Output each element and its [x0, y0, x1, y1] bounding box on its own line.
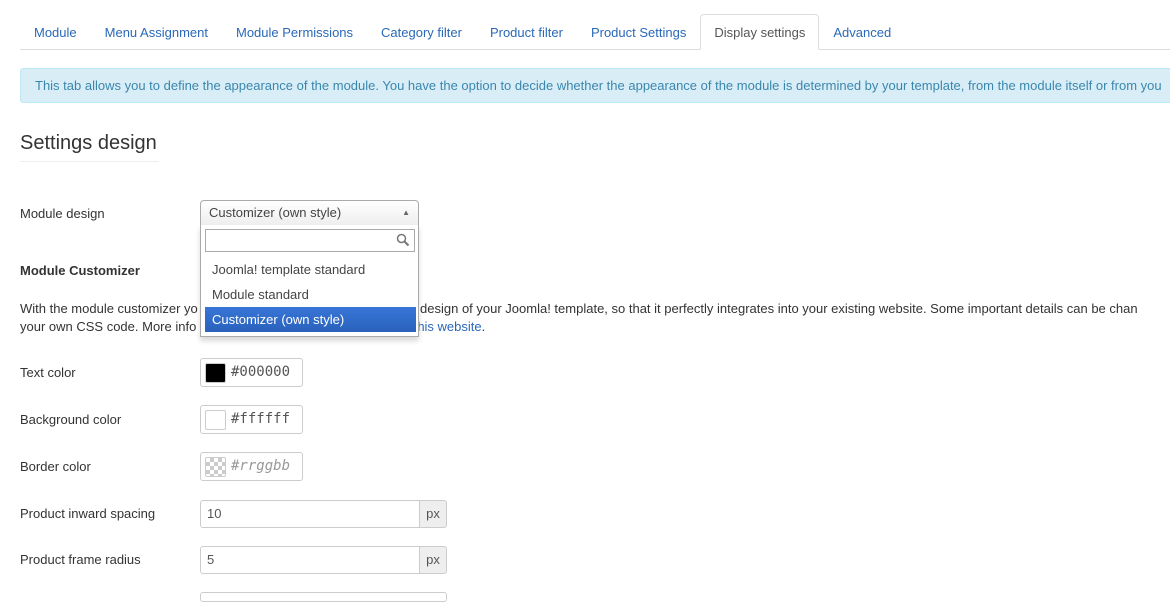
tab-display-settings[interactable]: Display settings [700, 14, 820, 50]
dropdown-search-input[interactable] [206, 230, 386, 251]
text-color-label: Text color [20, 365, 76, 380]
search-icon [396, 233, 410, 247]
border-color-picker[interactable]: #rrggbb [200, 452, 303, 481]
desc-line2-end: . [481, 319, 486, 334]
text-color-picker[interactable]: #000000 [200, 358, 303, 387]
frame-radius-input[interactable]: 5 [200, 546, 420, 574]
background-color-value: #ffffff [231, 411, 291, 427]
tab-product-filter[interactable]: Product filter [476, 14, 577, 49]
desc-line2-start: your own CSS code. More info [20, 319, 197, 334]
background-color-label: Background color [20, 412, 122, 427]
customizer-description: With the module customizer yo the design… [20, 300, 1170, 336]
desc-line1-end: the design of your Joomla! template, so … [394, 301, 1138, 316]
tab-category-filter[interactable]: Category filter [367, 14, 476, 49]
background-color-swatch[interactable] [205, 410, 226, 430]
tab-module-permissions[interactable]: Module Permissions [222, 14, 367, 49]
section-title: Settings design [20, 132, 159, 162]
frame-radius-group: 5 px [200, 546, 447, 574]
tab-bar: Module Menu Assignment Module Permission… [20, 14, 1170, 50]
info-alert: This tab allows you to define the appear… [20, 68, 1170, 103]
tab-module[interactable]: Module [20, 14, 91, 49]
border-color-label: Border color [20, 459, 91, 474]
frame-radius-label: Product frame radius [20, 552, 141, 567]
checkerboard-swatch-icon[interactable] [205, 457, 226, 477]
module-design-selected-value: Customizer (own style) [209, 205, 342, 220]
option-module-standard[interactable]: Module standard [205, 282, 416, 307]
dropdown-search [205, 229, 415, 252]
inward-spacing-group: 10 px [200, 500, 447, 528]
option-joomla-template-standard[interactable]: Joomla! template standard [205, 257, 416, 282]
website-link[interactable]: his website [417, 319, 481, 334]
text-color-swatch[interactable] [205, 363, 226, 383]
tab-menu-assignment[interactable]: Menu Assignment [91, 14, 222, 49]
desc-line1-start: With the module customizer yo [20, 301, 198, 316]
customizer-heading: Module Customizer [20, 263, 140, 278]
inward-spacing-unit: px [419, 500, 447, 528]
inward-spacing-input[interactable]: 10 [200, 500, 420, 528]
module-design-dropdown: Joomla! template standard Module standar… [200, 225, 419, 337]
background-color-picker[interactable]: #ffffff [200, 405, 303, 434]
border-color-placeholder: #rrggbb [231, 458, 291, 474]
frame-radius-unit: px [419, 546, 447, 574]
text-color-value: #000000 [231, 364, 291, 380]
inward-spacing-label: Product inward spacing [20, 506, 156, 521]
caret-up-icon: ▲ [402, 208, 410, 217]
option-customizer[interactable]: Customizer (own style) [205, 307, 416, 332]
tab-advanced[interactable]: Advanced [819, 14, 905, 49]
tab-product-settings[interactable]: Product Settings [577, 14, 700, 49]
module-design-select[interactable]: Customizer (own style) ▲ [200, 200, 419, 226]
module-design-label: Module design [20, 206, 105, 221]
